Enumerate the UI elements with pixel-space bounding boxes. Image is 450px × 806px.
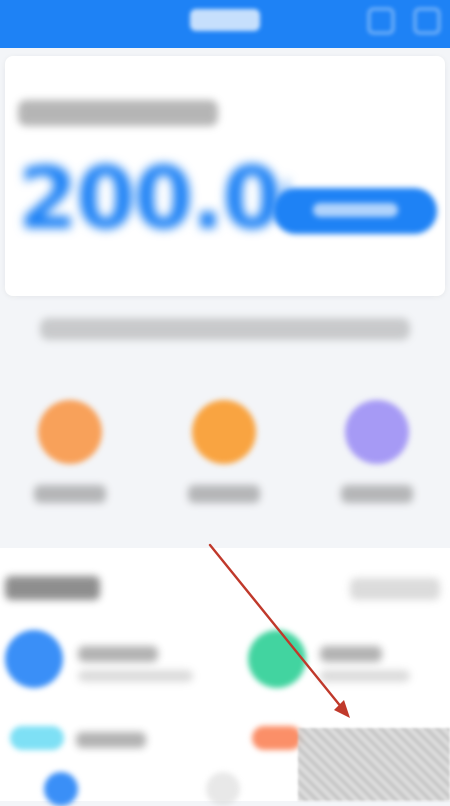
service-1-label [78, 646, 158, 662]
more-icon[interactable] [414, 8, 440, 34]
top-bar [0, 0, 450, 48]
shortcut-1-label [34, 485, 106, 503]
yellow-circle-icon [192, 400, 256, 464]
shortcut-2[interactable] [184, 400, 264, 510]
cyan-service-icon[interactable] [10, 726, 64, 750]
blue-service-icon[interactable] [5, 630, 63, 688]
salmon-service-icon[interactable] [252, 726, 302, 750]
balance-amount: 200.00 [18, 156, 288, 242]
green-service-icon[interactable] [248, 630, 306, 688]
balance-card: 200.00 [5, 56, 445, 296]
service-2-subtitle [320, 670, 410, 682]
balance-action-button[interactable] [273, 188, 437, 234]
service-3-label [76, 732, 146, 748]
section-title [5, 576, 100, 600]
page-title [190, 9, 260, 31]
shortcut-1[interactable] [30, 400, 110, 510]
purple-circle-icon [345, 400, 409, 464]
shortcut-2-label [188, 485, 260, 503]
shortcut-3-label [341, 485, 413, 503]
section-more-link[interactable] [350, 578, 440, 600]
scan-icon[interactable] [368, 8, 394, 34]
shortcut-3[interactable] [337, 400, 417, 510]
watermark-overlay [298, 728, 450, 801]
orange-circle-icon [38, 400, 102, 464]
balance-action-label [313, 203, 398, 217]
service-1-subtitle [78, 670, 193, 682]
service-2-label [320, 646, 382, 662]
notice-text [40, 318, 410, 340]
balance-caption [18, 100, 218, 126]
